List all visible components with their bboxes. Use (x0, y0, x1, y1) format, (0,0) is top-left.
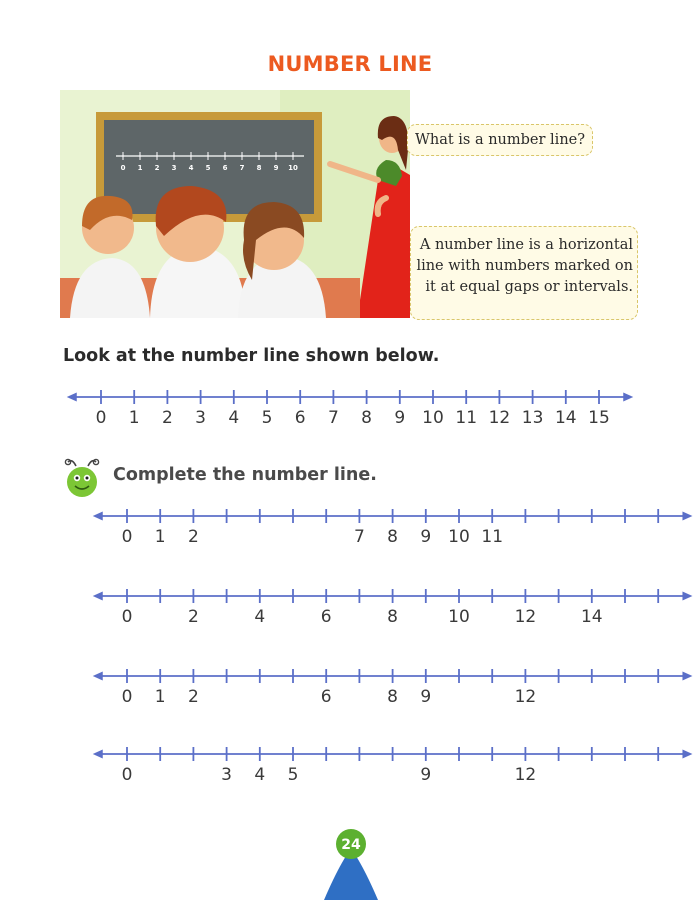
exercise-3-arrow-left (92, 671, 103, 681)
section2-heading: Complete the number line. (113, 465, 377, 485)
blackboard-number: 5 (206, 164, 211, 172)
exercise-2-arrow-right (682, 591, 693, 601)
page-title: NUMBER LINE (267, 52, 433, 76)
page-number: 24 (341, 837, 361, 853)
blackboard-number: 2 (155, 164, 160, 172)
answer-line-3: it at equal gaps or intervals. (425, 279, 633, 295)
section1-tick-label: 12 (489, 408, 511, 428)
exercise-2-tick-label: 10 (448, 607, 470, 627)
blackboard-number: 0 (121, 164, 126, 172)
blackboard-number: 8 (257, 164, 262, 172)
section1-tick-label: 14 (555, 408, 577, 428)
exercise-4-tick-label: 3 (221, 765, 232, 785)
section1-tick-label: 5 (262, 408, 273, 428)
exercise-1-tick-label: 2 (188, 527, 199, 547)
exercise-2-tick-label: 0 (122, 607, 133, 627)
exercise-1-tick-label: 1 (155, 527, 166, 547)
exercise-4-tick-label: 5 (288, 765, 299, 785)
section1-tick-label: 3 (195, 408, 206, 428)
section1-tick-label: 0 (96, 408, 107, 428)
blackboard-number: 6 (223, 164, 228, 172)
exercise-4-arrow-left (92, 749, 103, 759)
exercise-2-number-line: 0 2 4 6 8 10 12 14 (92, 589, 693, 627)
exercise-3-tick-label: 2 (188, 687, 199, 707)
exercise-4-tick-label: 12 (515, 765, 537, 785)
exercise-2-tick-label: 6 (321, 607, 332, 627)
question-bubble: What is a number line? (407, 124, 593, 156)
blackboard-number: 3 (172, 164, 177, 172)
answer-line-1: A number line is a horizontal (419, 237, 633, 253)
section1-arrow-left (66, 392, 77, 402)
exercise-3-number-line: 0 1 2 6 8 9 12 (92, 669, 693, 707)
section1-tick-label: 6 (295, 408, 306, 428)
exercise-4-tick-label: 9 (420, 765, 431, 785)
blackboard-number: 9 (274, 164, 279, 172)
exercise-1-tick-label: 11 (481, 527, 503, 547)
exercise-2-tick-label: 14 (581, 607, 603, 627)
exercise-2-tick-label: 8 (387, 607, 398, 627)
exercise-1-tick-label: 10 (448, 527, 470, 547)
section1-tick-label: 2 (162, 408, 173, 428)
exercise-1-tick-label: 8 (387, 527, 398, 547)
section1-heading: Look at the number line shown below. (63, 346, 440, 366)
page-number-badge: 24 (324, 829, 378, 900)
section1-tick-label: 7 (328, 408, 339, 428)
section1-tick-label: 9 (394, 408, 405, 428)
blackboard-number: 10 (288, 164, 298, 172)
answer-bubble: A number line is a horizontal line with … (410, 226, 638, 320)
exercise-3-tick-label: 12 (515, 687, 537, 707)
section1-tick-label: 1 (129, 408, 140, 428)
exercise-3-tick-label: 0 (122, 687, 133, 707)
section1-tick-label: 13 (522, 408, 544, 428)
section1-arrow-right (623, 392, 634, 402)
blackboard-number: 4 (189, 164, 194, 172)
classroom-illustration: 0 1 2 3 4 5 6 7 8 9 10 (60, 90, 410, 318)
section1-tick-label: 4 (228, 408, 239, 428)
blackboard-number: 7 (240, 164, 245, 172)
exercise-4-tick-label: 4 (254, 765, 265, 785)
exercise-3-tick-label: 8 (387, 687, 398, 707)
exercise-2-tick-label: 4 (254, 607, 265, 627)
exercise-3-arrow-right (682, 671, 693, 681)
section1-tick-label: 8 (361, 408, 372, 428)
exercise-3-tick-label: 9 (420, 687, 431, 707)
exercise-4-number-line: 0 3 4 5 9 12 (92, 747, 693, 785)
section1-tick-label: 10 (422, 408, 444, 428)
exercise-1-tick-label: 9 (420, 527, 431, 547)
exercise-1-tick-label: 0 (122, 527, 133, 547)
exercise-2-tick-label: 2 (188, 607, 199, 627)
bug-mascot-icon (64, 458, 100, 497)
blackboard-number: 1 (138, 164, 143, 172)
answer-line-2: line with numbers marked on (416, 258, 633, 274)
section1-tick-label: 15 (588, 408, 610, 428)
exercise-1-arrow-left (92, 511, 103, 521)
exercise-4-arrow-right (682, 749, 693, 759)
exercise-3-tick-label: 6 (321, 687, 332, 707)
exercise-1-number-line: 0 1 2 7 8 9 10 11 (92, 509, 693, 547)
exercise-2-arrow-left (92, 591, 103, 601)
section1-number-line: 0 1 2 3 4 5 6 7 8 9 10 11 12 13 14 15 (66, 390, 634, 428)
exercise-4-tick-label: 0 (122, 765, 133, 785)
exercise-1-tick-label: 7 (354, 527, 365, 547)
section1-tick-label: 11 (455, 408, 477, 428)
exercise-3-tick-label: 1 (155, 687, 166, 707)
exercise-2-tick-label: 12 (515, 607, 537, 627)
exercise-1-arrow-right (682, 511, 693, 521)
